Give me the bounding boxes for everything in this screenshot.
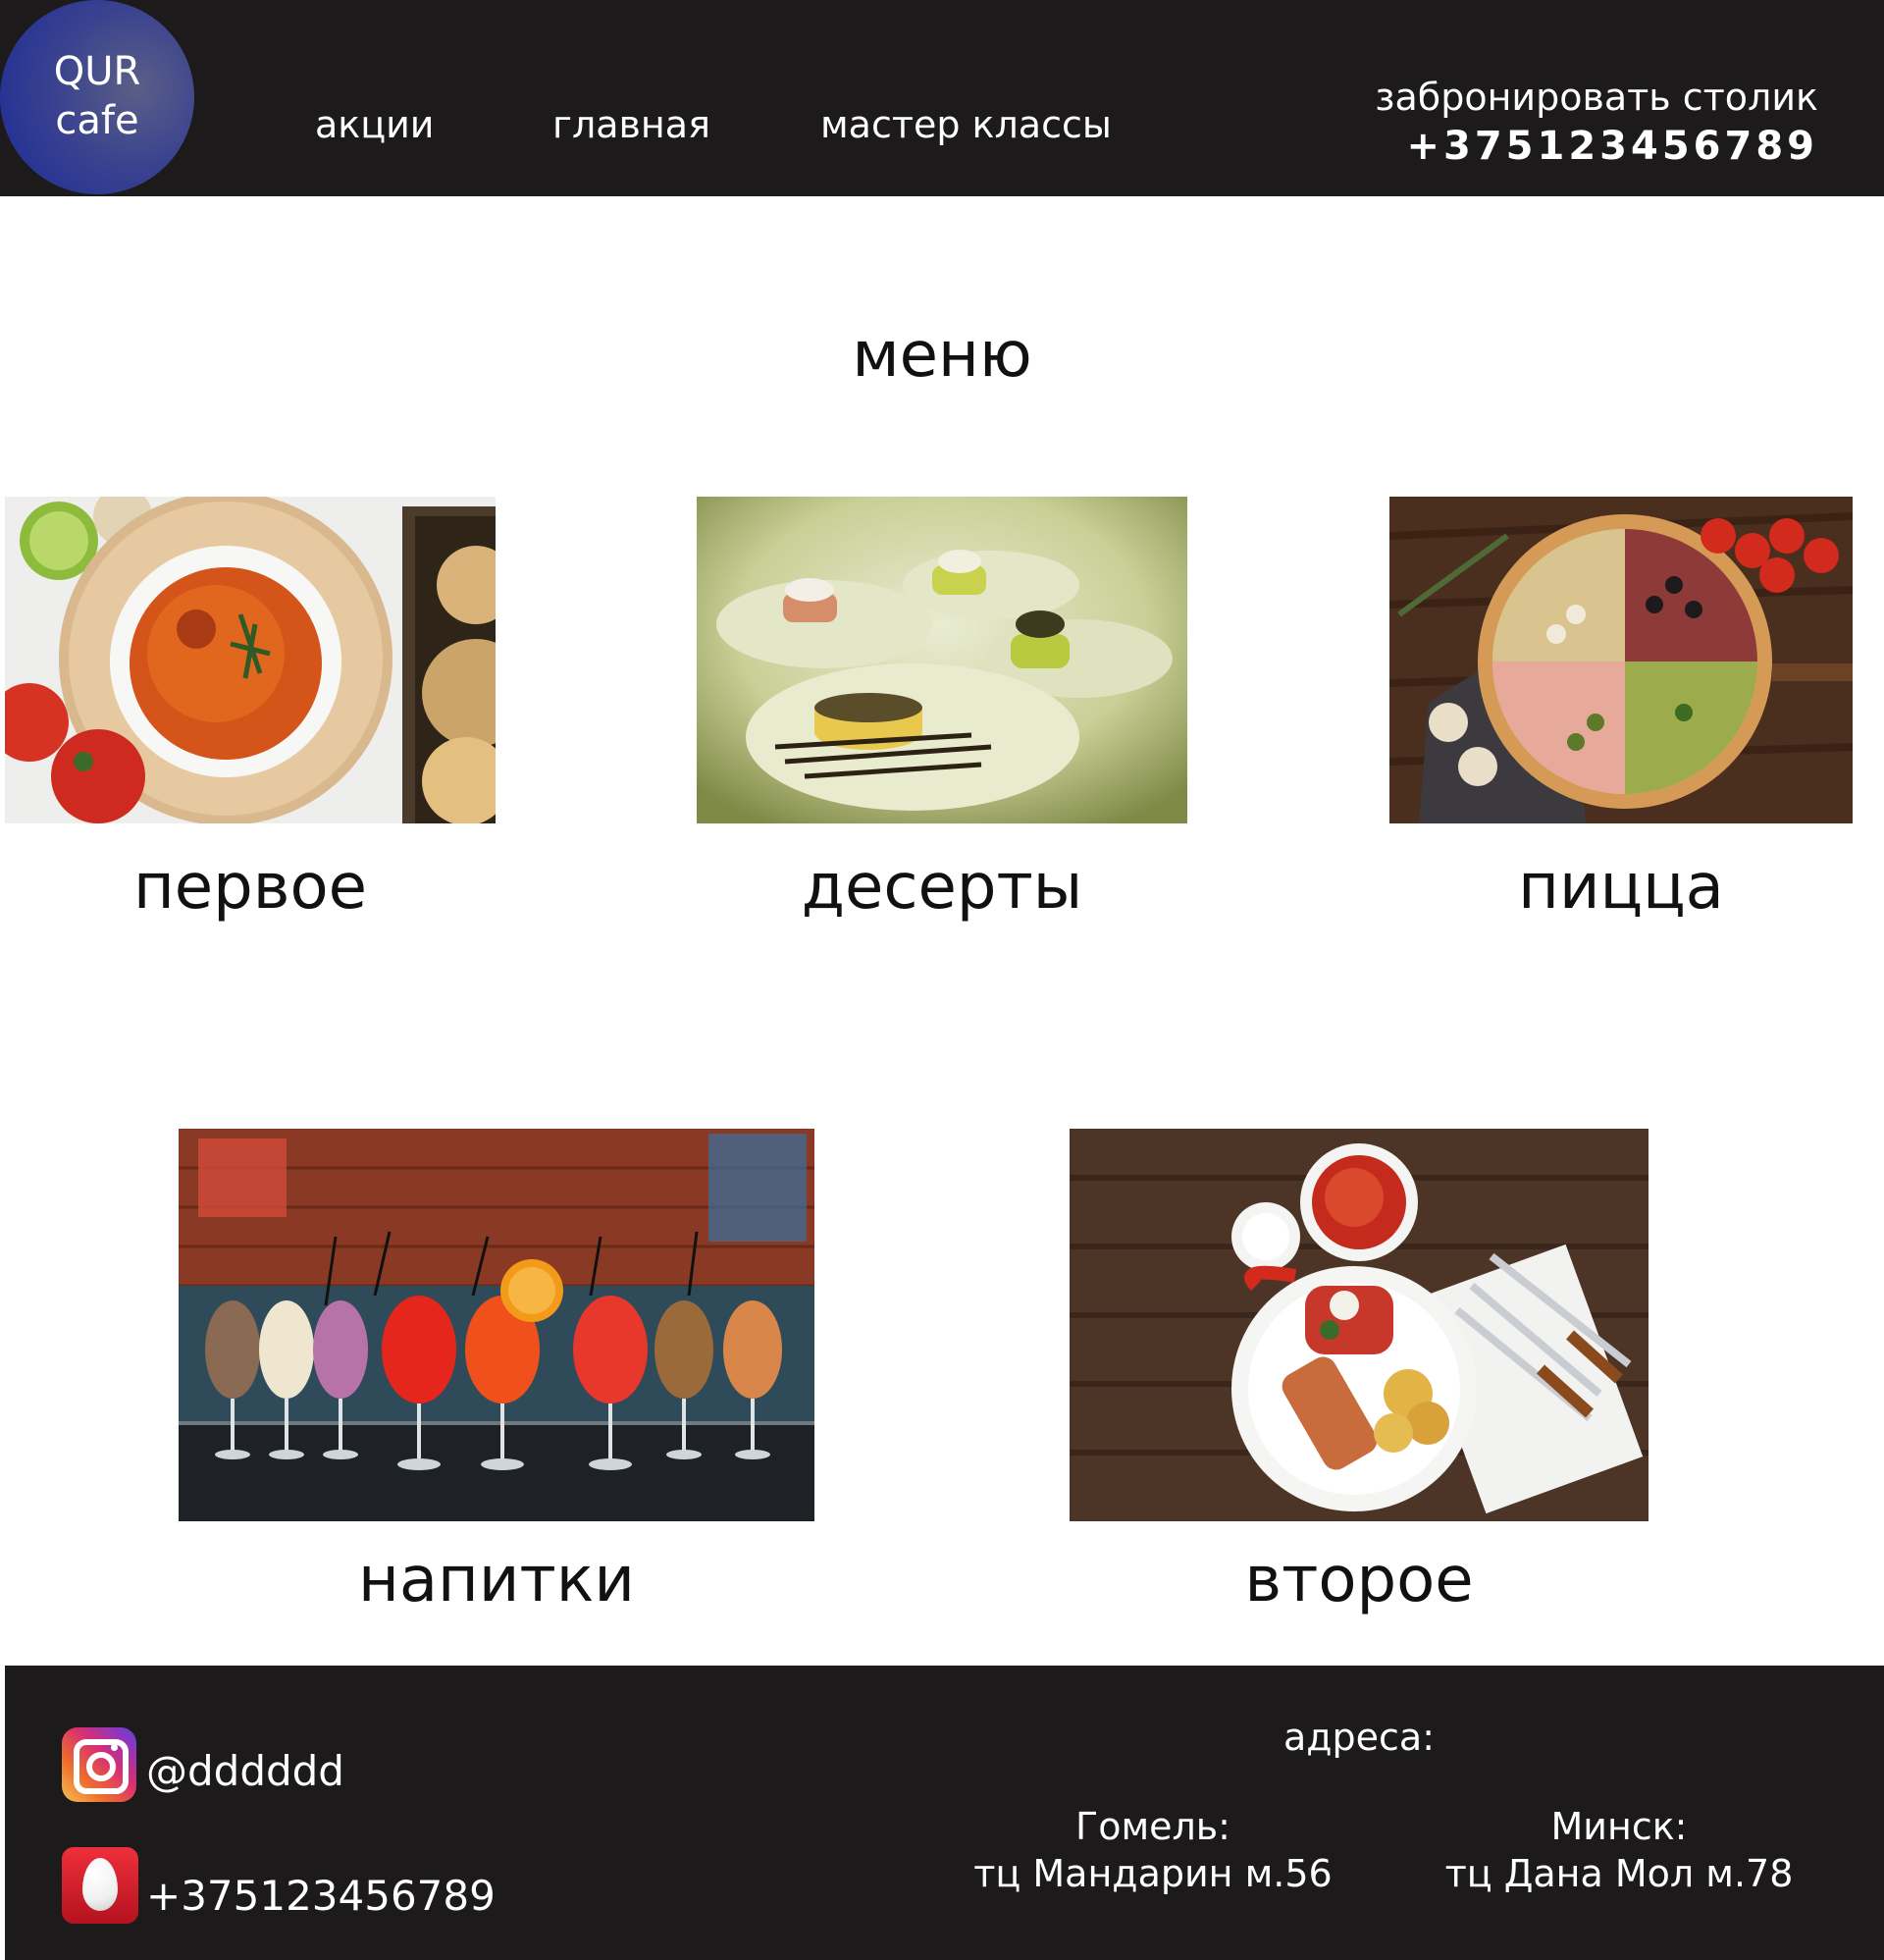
instagram-icon-lens: [86, 1752, 116, 1781]
menu-card-pizza[interactable]: пицца: [1389, 497, 1853, 928]
mail-agent-icon[interactable]: [62, 1847, 138, 1924]
menu-card-drinks[interactable]: напитки: [179, 1129, 814, 1619]
menu-card-label: десерты: [801, 851, 1083, 924]
menu-card-desserts[interactable]: десерты: [697, 497, 1187, 928]
nav-link-home[interactable]: главная: [552, 98, 710, 151]
logo-line-1: QUR: [53, 49, 141, 94]
book-table-link[interactable]: забронировать столик: [1375, 73, 1818, 122]
page: QUR cafe акции главная мастер классы заб…: [0, 0, 1884, 1960]
header-phone[interactable]: +375123456789: [1375, 122, 1818, 171]
menu-card-main[interactable]: второе: [1070, 1129, 1648, 1619]
nav-link-master-classes[interactable]: мастер классы: [820, 98, 1112, 151]
addresses-title: адреса:: [1282, 1716, 1436, 1759]
logo-line-2: cafe: [55, 98, 139, 143]
address-place: тц Дана Мол м.78: [1444, 1852, 1794, 1895]
pizza-image: [1389, 497, 1853, 823]
drinks-image: [179, 1129, 814, 1521]
address-city: Гомель:: [1075, 1805, 1230, 1848]
main-course-image: [1070, 1129, 1648, 1521]
menu-card-soup[interactable]: первое: [5, 497, 496, 928]
menu-card-label: пицца: [1518, 851, 1724, 924]
nav-link-promotions[interactable]: акции: [315, 98, 435, 151]
address-place: тц Мандарин м.56: [973, 1852, 1333, 1895]
footer-phone[interactable]: +375123456789: [146, 1869, 496, 1924]
instagram-handle[interactable]: @dddddd: [146, 1744, 344, 1799]
logo[interactable]: QUR cafe: [0, 0, 194, 194]
address-minsk: Минск: тц Дана Мол м.78: [1413, 1803, 1825, 1897]
menu-card-label: второе: [1244, 1544, 1474, 1616]
site-footer: @dddddd +375123456789 адреса: Гомель: тц…: [5, 1666, 1884, 1960]
instagram-icon-dot: [111, 1744, 118, 1751]
soup-image: [5, 497, 496, 823]
booking-block: забронировать столик +375123456789: [1375, 73, 1818, 171]
address-city: Минск:: [1550, 1805, 1688, 1848]
instagram-icon[interactable]: [62, 1727, 136, 1802]
mail-agent-icon-egg: [82, 1858, 118, 1911]
menu-title: меню: [852, 319, 1032, 392]
address-gomel: Гомель: тц Мандарин м.56: [957, 1803, 1349, 1897]
site-header: QUR cafe акции главная мастер классы заб…: [0, 0, 1884, 196]
desserts-image: [697, 497, 1187, 823]
menu-card-label: напитки: [357, 1544, 636, 1616]
menu-card-label: первое: [132, 851, 368, 924]
